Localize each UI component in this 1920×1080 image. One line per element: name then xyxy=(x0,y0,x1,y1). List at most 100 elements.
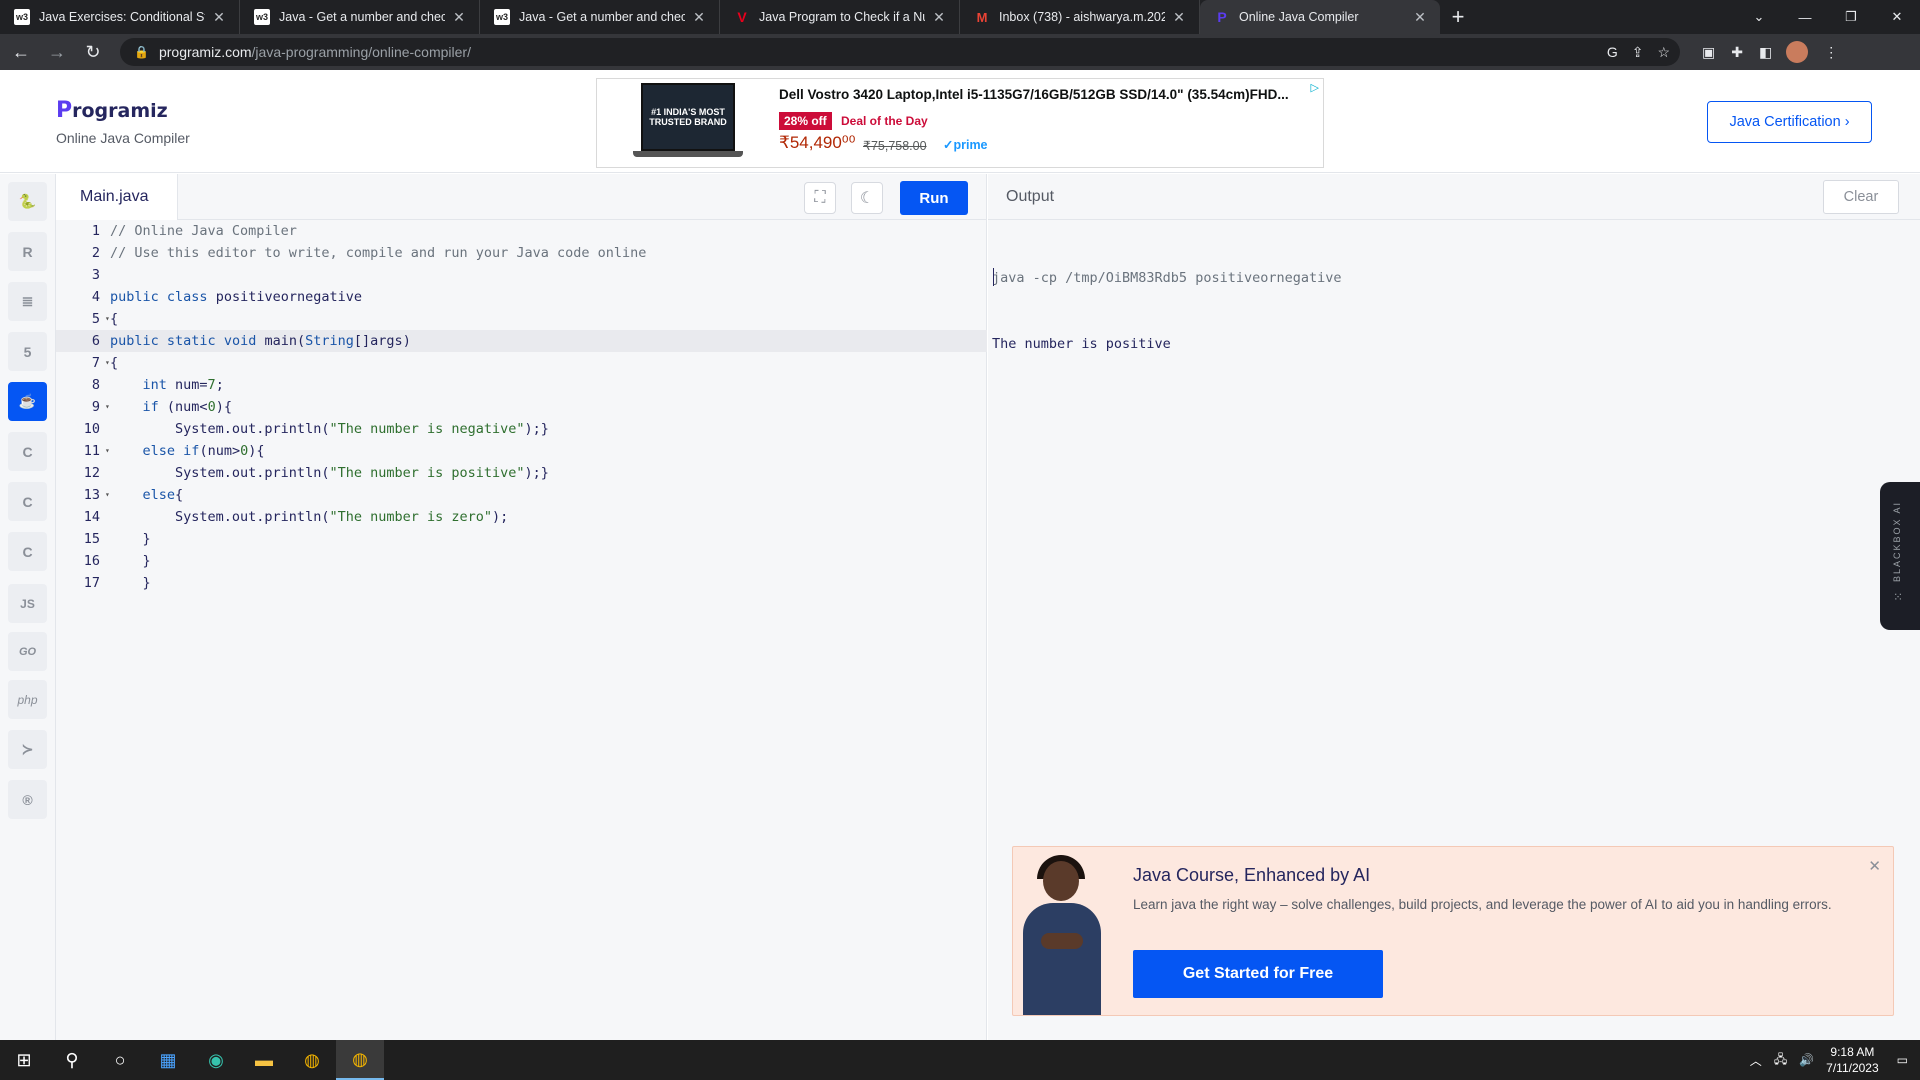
windows-start-icon[interactable]: ⊞ xyxy=(0,1040,48,1080)
minimize-icon[interactable]: — xyxy=(1782,0,1828,34)
laptop-screen: #1 INDIA'S MOST TRUSTED BRAND xyxy=(641,83,735,151)
share-icon[interactable]: ⇪ xyxy=(1632,44,1644,61)
browser-tab[interactable]: V Java Program to Check if a Numb ✕ xyxy=(720,0,960,34)
code-line: 1// Online Java Compiler xyxy=(91,223,297,239)
task-view-icon[interactable]: ○ xyxy=(96,1040,144,1080)
reload-icon[interactable]: ↻ xyxy=(78,37,108,67)
code-line: 4 public class positiveornegative xyxy=(91,289,362,305)
js-icon[interactable]: JS xyxy=(8,584,47,623)
fullscreen-icon[interactable]: ⛶ xyxy=(804,182,836,214)
close-tab-icon[interactable]: ✕ xyxy=(691,9,707,26)
php-icon[interactable]: php xyxy=(8,680,47,719)
browser-tab[interactable]: w3 Java - Get a number and check it ✕ xyxy=(480,0,720,34)
close-window-icon[interactable]: ✕ xyxy=(1874,0,1920,34)
extensions-puzzle-icon[interactable]: ✚ xyxy=(1731,44,1743,61)
browser-tab[interactable]: M Inbox (738) - aishwarya.m.2021.a ✕ xyxy=(960,0,1200,34)
programiz-logo[interactable]: Programiz xyxy=(56,98,168,123)
profile-avatar[interactable] xyxy=(1786,41,1809,63)
gmail-favicon-icon: M xyxy=(976,9,988,25)
new-tab-icon[interactable]: + xyxy=(1440,0,1476,34)
w3schools-favicon-icon: w3 xyxy=(494,9,510,25)
browser-menu-icon[interactable]: ⋮ xyxy=(1824,44,1838,61)
code-line: 13 ▾ else{ xyxy=(83,487,184,503)
programiz-favicon-icon: P xyxy=(1217,9,1227,25)
blackbox-grid-icon: ⁙ xyxy=(1893,590,1904,604)
forward-icon[interactable]: → xyxy=(42,37,72,67)
system-tray: ︿ 🖧 🔊 9:18 AM 7/11/2023 ▭ xyxy=(1750,1040,1920,1080)
adchoices-icon[interactable]: ▷ xyxy=(1311,81,1319,94)
taskbar-clock[interactable]: 9:18 AM 7/11/2023 xyxy=(1826,1044,1879,1076)
chrome-active-icon[interactable]: ◍ xyxy=(336,1040,384,1080)
store-icon[interactable]: ▦ xyxy=(144,1040,192,1080)
window-controls: ⌄ — ❐ ✕ xyxy=(1736,0,1920,34)
ad-price: ₹54,490⁰⁰ xyxy=(779,133,856,152)
r-icon[interactable]: R xyxy=(8,232,47,271)
swift-icon[interactable]: ≻ xyxy=(8,730,47,769)
language-sidebar: 🐍 R ≣ 5 ☕ C C C JS GO php ≻ ® xyxy=(0,174,56,1040)
ad-prime-label: ✓prime xyxy=(943,138,988,152)
ad-title: Dell Vostro 3420 Laptop,Intel i5-1135G7/… xyxy=(779,87,1289,102)
rust-icon[interactable]: ® xyxy=(8,780,47,819)
java-icon[interactable]: ☕ xyxy=(8,382,47,421)
restore-icon[interactable]: ❐ xyxy=(1828,0,1874,34)
code-line: 12 System.out.println("The number is pos… xyxy=(83,465,549,481)
sql-icon[interactable]: ≣ xyxy=(8,282,47,321)
w3schools-favicon-icon: w3 xyxy=(254,9,270,25)
dark-mode-icon[interactable]: ☾ xyxy=(851,182,883,214)
volume-icon[interactable]: 🔊 xyxy=(1799,1053,1814,1067)
back-icon[interactable]: ← xyxy=(6,37,36,67)
cpp-icon[interactable]: C xyxy=(8,482,47,521)
file-explorer-icon[interactable]: ▬ xyxy=(240,1040,288,1080)
output-header: Output Clear xyxy=(988,174,1920,220)
browser-tab-title: Java - Get a number and check it xyxy=(519,10,685,24)
tray-chevron-icon[interactable]: ︿ xyxy=(1750,1052,1762,1069)
code-line: 2// Use this editor to write, compile an… xyxy=(91,245,647,261)
output-console[interactable]: java -cp /tmp/OiBM83Rdb5 positiveornegat… xyxy=(992,223,1342,399)
lock-icon[interactable]: 🔒 xyxy=(134,45,149,59)
ad-deal-label: Deal of the Day xyxy=(841,114,928,128)
csharp-icon[interactable]: C xyxy=(8,532,47,571)
code-line: 5 ▾{ xyxy=(91,311,119,327)
browser-tab[interactable]: w3 Java Exercises: Conditional Statem ✕ xyxy=(0,0,240,34)
browser-tab-active[interactable]: P Online Java Compiler ✕ xyxy=(1200,0,1440,34)
run-button[interactable]: Run xyxy=(900,181,968,215)
tab-search-icon[interactable]: ⌄ xyxy=(1736,0,1782,34)
get-started-button[interactable]: Get Started for Free xyxy=(1133,950,1383,998)
google-lens-icon[interactable]: G xyxy=(1607,44,1618,61)
close-tab-icon[interactable]: ✕ xyxy=(1171,9,1187,26)
code-area[interactable]: 1// Online Java Compiler 2// Use this ed… xyxy=(56,220,987,594)
promo-description: Learn java the right way – solve challen… xyxy=(1133,897,1832,912)
logo-text: rogramiz xyxy=(72,100,168,122)
code-line: 16 } xyxy=(83,553,151,569)
clock-time: 9:18 AM xyxy=(1830,1045,1875,1059)
close-tab-icon[interactable]: ✕ xyxy=(211,9,227,26)
chrome-icon[interactable]: ◍ xyxy=(288,1040,336,1080)
network-icon[interactable]: 🖧 xyxy=(1774,1050,1787,1071)
blackbox-ai-tab[interactable]: BLACKBOX AI ⁙ xyxy=(1880,482,1920,630)
notifications-icon[interactable]: ▭ xyxy=(1897,1053,1908,1067)
promo-person-image xyxy=(1019,855,1103,1015)
bookmark-star-icon[interactable]: ☆ xyxy=(1657,44,1670,61)
advertisement-banner[interactable]: #1 INDIA'S MOST TRUSTED BRAND Dell Vostr… xyxy=(596,78,1324,168)
file-tab-main-java[interactable]: Main.java xyxy=(56,174,178,220)
extension-b-icon[interactable]: ▣ xyxy=(1702,44,1715,61)
java-certification-button[interactable]: Java Certification › xyxy=(1707,101,1872,143)
close-tab-icon[interactable]: ✕ xyxy=(931,9,947,26)
edge-icon[interactable]: ◉ xyxy=(192,1040,240,1080)
clear-button[interactable]: Clear xyxy=(1823,180,1899,214)
close-tab-icon[interactable]: ✕ xyxy=(1412,9,1428,26)
browser-tab-title: Java Program to Check if a Numb xyxy=(759,10,925,24)
c-icon[interactable]: C xyxy=(8,432,47,471)
address-bar[interactable]: 🔒 programiz.com/java-programming/online-… xyxy=(120,38,1680,66)
output-title: Output xyxy=(1006,188,1055,205)
search-icon[interactable]: ⚲ xyxy=(48,1040,96,1080)
html-icon[interactable]: 5 xyxy=(8,332,47,371)
side-panel-icon[interactable]: ◧ xyxy=(1759,44,1772,61)
code-line: 3 xyxy=(91,267,100,283)
logo-letter: P xyxy=(56,98,73,123)
close-promo-icon[interactable]: ✕ xyxy=(1868,857,1881,875)
go-icon[interactable]: GO xyxy=(8,632,47,671)
close-tab-icon[interactable]: ✕ xyxy=(451,9,467,26)
browser-tab[interactable]: w3 Java - Get a number and check it ✕ xyxy=(240,0,480,34)
python-icon[interactable]: 🐍 xyxy=(8,182,47,221)
